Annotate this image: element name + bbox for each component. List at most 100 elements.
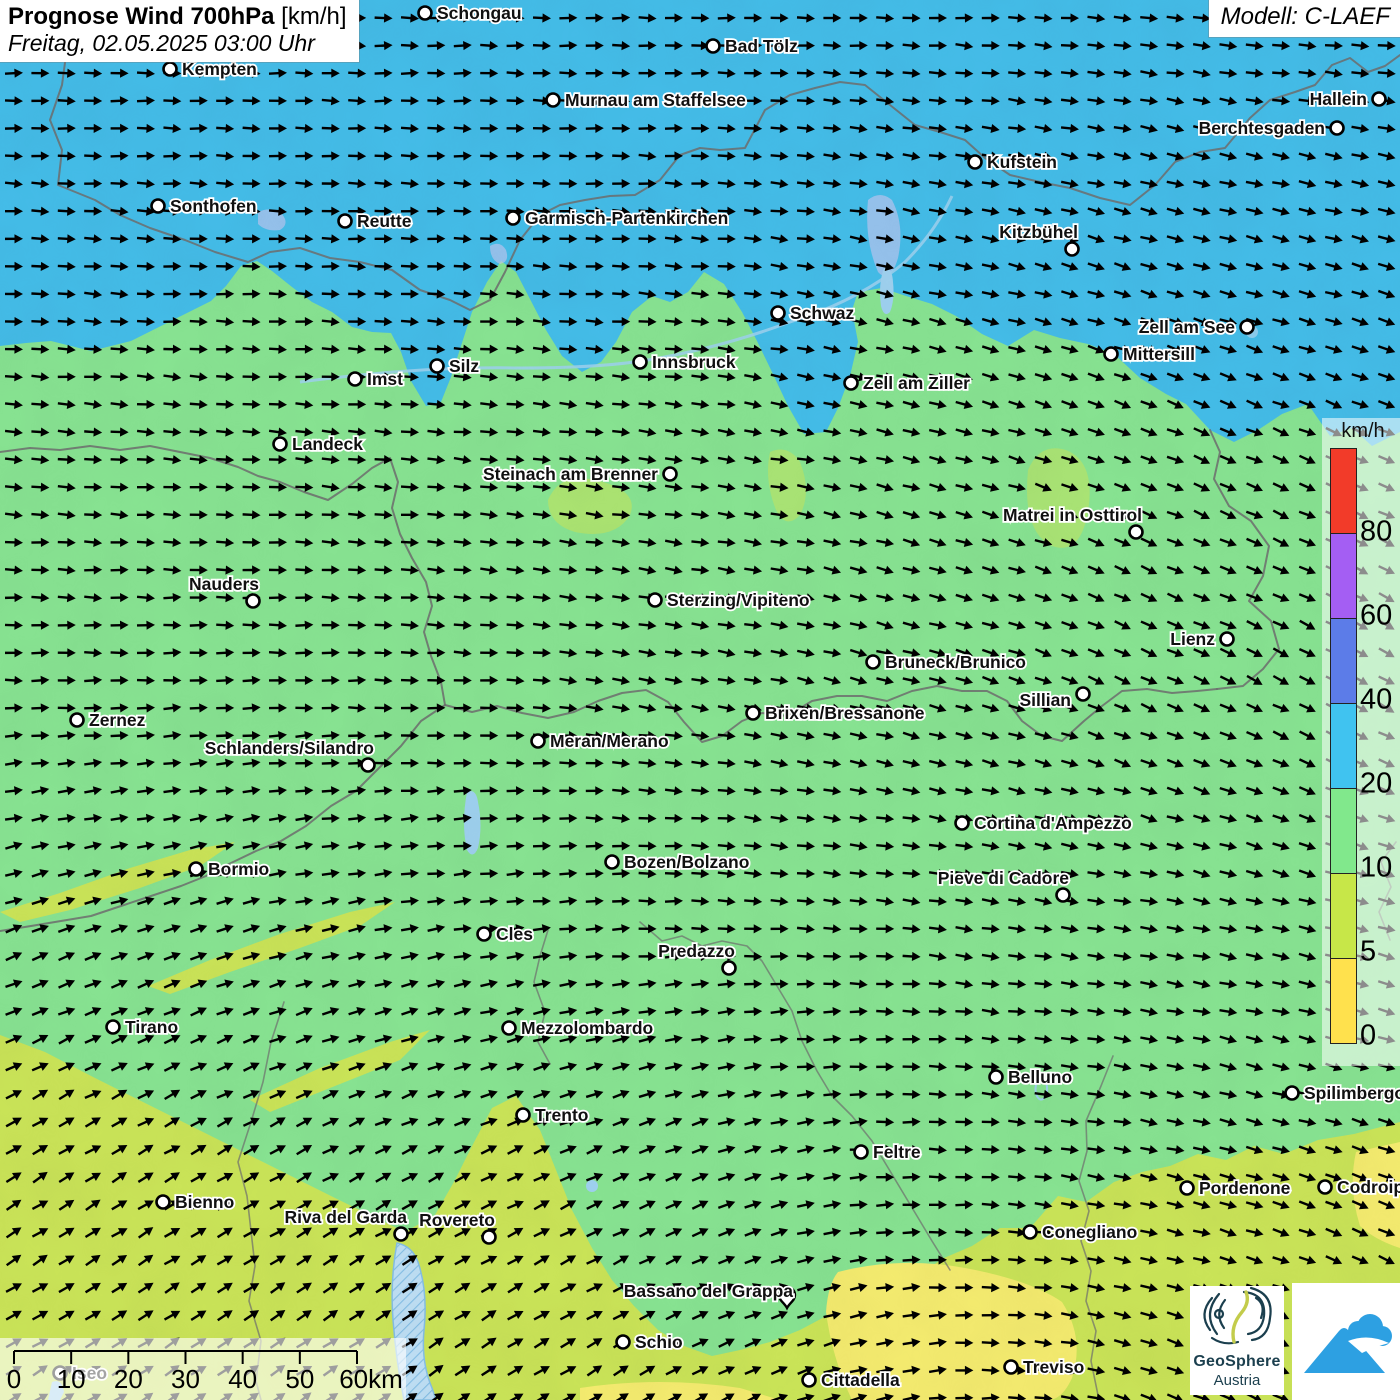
wind-map-canvas[interactable]: Schongau Bad Tölz Kempten Murnau am Staffel… (0, 0, 1400, 1400)
city-marker[interactable] (615, 1334, 631, 1350)
city-marker[interactable] (853, 1144, 869, 1160)
city-marker[interactable] (105, 1019, 121, 1035)
city-marker[interactable] (662, 466, 678, 482)
legend-segment (1331, 619, 1356, 704)
city-marker[interactable] (272, 436, 288, 452)
city-label: Codroipo (1337, 1177, 1400, 1197)
scale-label: 30 (171, 1364, 200, 1394)
city: Mezzolombardo (501, 1016, 655, 1040)
city-marker[interactable] (954, 815, 970, 831)
city: Berchtesgaden (1197, 116, 1345, 140)
legend-colorbar (1330, 448, 1357, 1044)
city-marker[interactable] (1103, 346, 1119, 362)
city-label: Rovereto (419, 1210, 495, 1230)
city-label: Bormio (208, 859, 269, 879)
legend-tick-label: 60 (1360, 599, 1393, 632)
city-label: Zernez (89, 710, 146, 730)
legend-tick-label: 80 (1360, 515, 1393, 548)
city-marker[interactable] (1064, 241, 1080, 257)
city-label: Mezzolombardo (521, 1018, 653, 1038)
city-marker[interactable] (801, 1372, 817, 1388)
city-marker[interactable] (745, 705, 761, 721)
city-marker[interactable] (429, 358, 445, 374)
city-label: Cles (496, 924, 533, 944)
city-label: Kufstein (987, 152, 1057, 172)
city-label: Belluno (1008, 1067, 1072, 1087)
city-marker[interactable] (150, 198, 166, 214)
city-marker[interactable] (843, 375, 859, 391)
city-label: Kempten (182, 59, 257, 79)
city-marker[interactable] (360, 757, 376, 773)
city-marker[interactable] (865, 654, 881, 670)
city-marker[interactable] (1055, 887, 1071, 903)
city-label: Meran/Merano (550, 731, 669, 751)
weather-app-logo[interactable] (1292, 1283, 1400, 1400)
city-marker[interactable] (393, 1226, 409, 1242)
city-label: Spilimbergo (1304, 1083, 1400, 1103)
city-label: Bad Tölz (725, 36, 798, 56)
city-marker[interactable] (1128, 524, 1144, 540)
city-label: Conegliano (1042, 1222, 1137, 1242)
city: Meran/Merano (530, 729, 670, 753)
city-marker[interactable] (530, 733, 546, 749)
city-marker[interactable] (1179, 1180, 1195, 1196)
city-marker[interactable] (188, 861, 204, 877)
city-marker[interactable] (162, 61, 178, 77)
city-label: Kitzbühel (999, 222, 1078, 242)
city-marker[interactable] (705, 38, 721, 54)
city-label: Reutte (357, 211, 412, 231)
city-label: Murnau am Staffelsee (565, 90, 746, 110)
city-marker[interactable] (1371, 91, 1387, 107)
city-label: Cittadella (821, 1370, 900, 1390)
city-label: Landeck (292, 434, 363, 454)
city-marker[interactable] (1317, 1179, 1333, 1195)
geosphere-austria-logo[interactable]: GeoSphere Austria (1190, 1286, 1284, 1395)
legend-tick-label: 10 (1360, 851, 1393, 884)
city-label: Pordenone (1199, 1178, 1291, 1198)
city-label: Predazzo (658, 941, 735, 961)
legend-segment (1331, 789, 1356, 874)
city-marker[interactable] (347, 371, 363, 387)
city-label: Tirano (125, 1017, 178, 1037)
city-marker[interactable] (632, 354, 648, 370)
city: Cles (476, 922, 535, 946)
city-marker[interactable] (1329, 120, 1345, 136)
weather-app-mountain-cloud-icon (1304, 1314, 1392, 1373)
city-marker[interactable] (604, 854, 620, 870)
city-marker[interactable] (501, 1020, 517, 1036)
city-marker[interactable] (515, 1107, 531, 1123)
city-marker[interactable] (245, 593, 261, 609)
city-marker[interactable] (647, 592, 663, 608)
city-marker[interactable] (1219, 631, 1235, 647)
city-marker[interactable] (545, 92, 561, 108)
scale-label: 50 (285, 1364, 315, 1394)
legend-segment (1331, 704, 1356, 789)
city: Imst (347, 367, 405, 391)
city-label: Schlanders/Silandro (205, 738, 374, 758)
city-marker[interactable] (476, 926, 492, 942)
city: Lienz (1169, 627, 1235, 651)
wind-forecast-map-page: Schongau Bad Tölz Kempten Murnau am Staffel… (0, 0, 1400, 1400)
city-marker[interactable] (337, 213, 353, 229)
city-label: Silz (449, 356, 479, 376)
legend-segment (1331, 534, 1356, 619)
city-marker[interactable] (988, 1069, 1004, 1085)
city-marker[interactable] (69, 712, 85, 728)
city-marker[interactable] (417, 5, 433, 21)
city-label: Bozen/Bolzano (624, 852, 749, 872)
city-marker[interactable] (1284, 1085, 1300, 1101)
city-marker[interactable] (967, 154, 983, 170)
city-marker[interactable] (1239, 319, 1255, 335)
city-label: Sterzing/Vipiteno (667, 590, 810, 610)
city-marker[interactable] (155, 1194, 171, 1210)
legend-tick-label: 5 (1360, 935, 1377, 968)
city-marker[interactable] (1022, 1224, 1038, 1240)
legend-segment (1331, 449, 1356, 534)
map-title-box: Prognose Wind 700hPa [km/h] Freitag, 02.… (0, 0, 359, 62)
city-marker[interactable] (770, 305, 786, 321)
city-marker[interactable] (1075, 686, 1091, 702)
city-marker[interactable] (481, 1229, 497, 1245)
city-marker[interactable] (1003, 1359, 1019, 1375)
city-marker[interactable] (721, 960, 737, 976)
city-marker[interactable] (505, 210, 521, 226)
